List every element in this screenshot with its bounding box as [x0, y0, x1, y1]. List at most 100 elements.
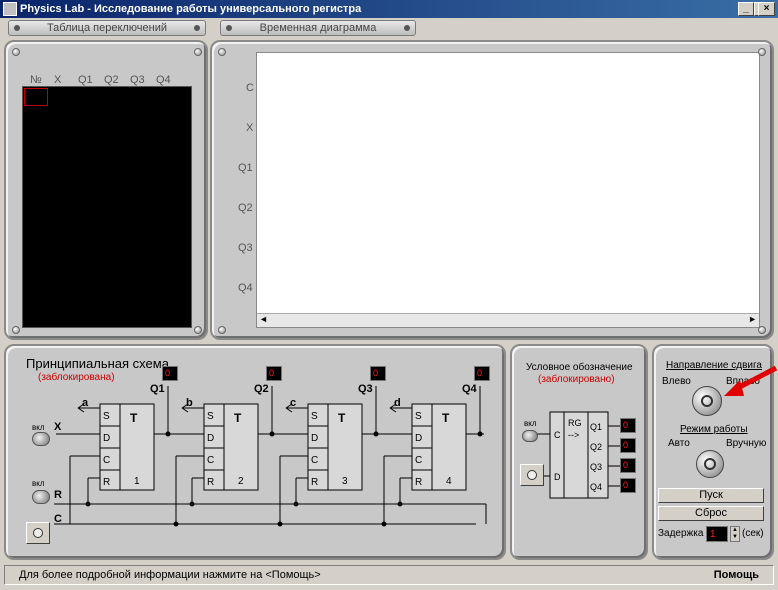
svg-text:T: T [338, 411, 346, 425]
delay-input[interactable]: 1 [706, 526, 728, 542]
tab-knob-icon [14, 25, 20, 31]
svg-text:Q2: Q2 [590, 442, 602, 452]
led-q2: 0 [266, 366, 282, 381]
tab-knob-icon [226, 25, 232, 31]
mode-knob[interactable] [696, 450, 724, 478]
tab-switch-table[interactable]: Таблица переключений [8, 20, 206, 36]
row-label-q3: Q3 [238, 242, 253, 254]
svg-text:C: C [103, 455, 110, 466]
help-button[interactable]: Помощь [714, 566, 759, 584]
output-q3-label: Q3 [358, 383, 373, 395]
arrow-label-c: c [290, 397, 296, 409]
arrow-label-d: d [394, 397, 401, 409]
scroll-left-icon[interactable]: ◄ [259, 314, 268, 324]
symbol-led-q1: 0 [620, 418, 636, 433]
switch-r-label: вкл [32, 479, 45, 488]
arrow-label-b: b [186, 397, 193, 409]
tab-timing-diagram[interactable]: Временная диаграмма [220, 20, 416, 36]
svg-text:C: C [554, 430, 561, 440]
table-cursor-cell[interactable] [24, 88, 48, 106]
knob-center-icon [704, 458, 716, 470]
svg-text:D: D [207, 433, 214, 444]
tab-knob-icon [194, 25, 200, 31]
symbol-clock-button[interactable] [520, 464, 544, 486]
start-button[interactable]: Пуск [658, 488, 764, 503]
col-header-x: X [54, 74, 62, 86]
mode-auto-label: Авто [668, 438, 690, 449]
svg-text:D: D [311, 433, 318, 444]
svg-text:T: T [234, 411, 242, 425]
reset-button[interactable]: Сброс [658, 506, 764, 521]
row-label-q4: Q4 [238, 282, 253, 294]
minimize-button[interactable]: _ [738, 2, 754, 16]
screw-icon [194, 326, 202, 334]
title-bar: Physics Lab - Исследование работы универ… [0, 0, 778, 18]
app-icon [3, 2, 17, 16]
svg-text:D: D [554, 472, 561, 482]
tab-timing-diagram-label: Временная диаграмма [259, 22, 377, 34]
col-header-number: № [30, 74, 42, 86]
switch-table-grid[interactable] [22, 86, 192, 328]
clock-c-button[interactable] [26, 522, 50, 544]
switch-table-panel: № X Q1 Q2 Q3 Q4 [4, 40, 208, 340]
symbol-led-q3: 0 [620, 458, 636, 473]
svg-text:S: S [415, 411, 422, 422]
schematic-diagram: Принципиальная схема (заблокирована) SDC… [26, 356, 487, 527]
close-button[interactable]: × [758, 2, 775, 16]
timing-diagram-panel: C X Q1 Q2 Q3 Q4 ◄ ► [210, 40, 774, 340]
switch-r-toggle[interactable] [32, 490, 50, 504]
output-q2-label: Q2 [254, 383, 269, 395]
svg-text:S: S [103, 411, 110, 422]
row-label-c: C [246, 82, 254, 94]
led-q1: 0 [162, 366, 178, 381]
led-q4: 0 [474, 366, 490, 381]
symbol-switch-toggle[interactable] [522, 430, 538, 442]
svg-text:-->: --> [568, 430, 579, 440]
svg-text:D: D [415, 433, 422, 444]
switch-x-toggle[interactable] [32, 432, 50, 446]
row-label-x: X [246, 122, 254, 134]
direction-left-label: Влево [662, 376, 691, 387]
pointer-arrow-icon [724, 365, 778, 396]
screw-icon [758, 326, 766, 334]
schematic-panel: Принципиальная схема (заблокирована) S D… [4, 344, 506, 560]
delay-spinner[interactable]: ▲ ▼ [730, 526, 740, 542]
timing-diagram-canvas[interactable]: ◄ ► [256, 52, 760, 328]
switch-x-label: вкл [32, 423, 45, 432]
svg-text:Q4: Q4 [590, 482, 602, 492]
schematic-status: (заблокирована) [38, 371, 115, 383]
scroll-right-icon[interactable]: ► [748, 314, 757, 324]
col-header-q1: Q1 [78, 74, 93, 86]
delay-label: Задержка [658, 528, 704, 539]
symbol-panel: Условное обозначение (заблокировано) C D… [510, 344, 648, 560]
svg-text:C: C [415, 455, 422, 466]
screw-icon [194, 48, 202, 56]
window-title: Physics Lab - Исследование работы универ… [20, 3, 362, 15]
svg-text:2: 2 [238, 476, 244, 487]
tab-switch-table-label: Таблица переключений [46, 22, 168, 34]
svg-text:S: S [311, 411, 318, 422]
status-bar: Для более подробной информации нажмите н… [4, 565, 774, 585]
svg-text:3: 3 [342, 476, 348, 487]
svg-text:R: R [311, 477, 318, 488]
input-c-label: C [54, 513, 62, 525]
symbol-switch-label: вкл [524, 419, 537, 428]
svg-text:Q3: Q3 [590, 462, 602, 472]
svg-text:C: C [207, 455, 214, 466]
status-hint: Для более подробной информации нажмите н… [19, 569, 321, 581]
svg-text:R: R [415, 477, 422, 488]
symbol-led-q2: 0 [620, 438, 636, 453]
symbol-led-q4: 0 [620, 478, 636, 493]
svg-text:R: R [103, 477, 110, 488]
svg-text:C: C [311, 455, 318, 466]
horizontal-scrollbar[interactable]: ◄ ► [257, 313, 759, 327]
output-q4-label: Q4 [462, 383, 478, 395]
circle-button-icon [527, 470, 537, 480]
delay-unit-label: (сек) [742, 528, 764, 539]
svg-text:D: D [103, 433, 110, 444]
screw-icon [218, 326, 226, 334]
input-r-label: R [54, 489, 62, 501]
knob-center-icon [701, 395, 713, 407]
svg-text:S: S [207, 411, 214, 422]
tab-knob-icon [404, 25, 410, 31]
